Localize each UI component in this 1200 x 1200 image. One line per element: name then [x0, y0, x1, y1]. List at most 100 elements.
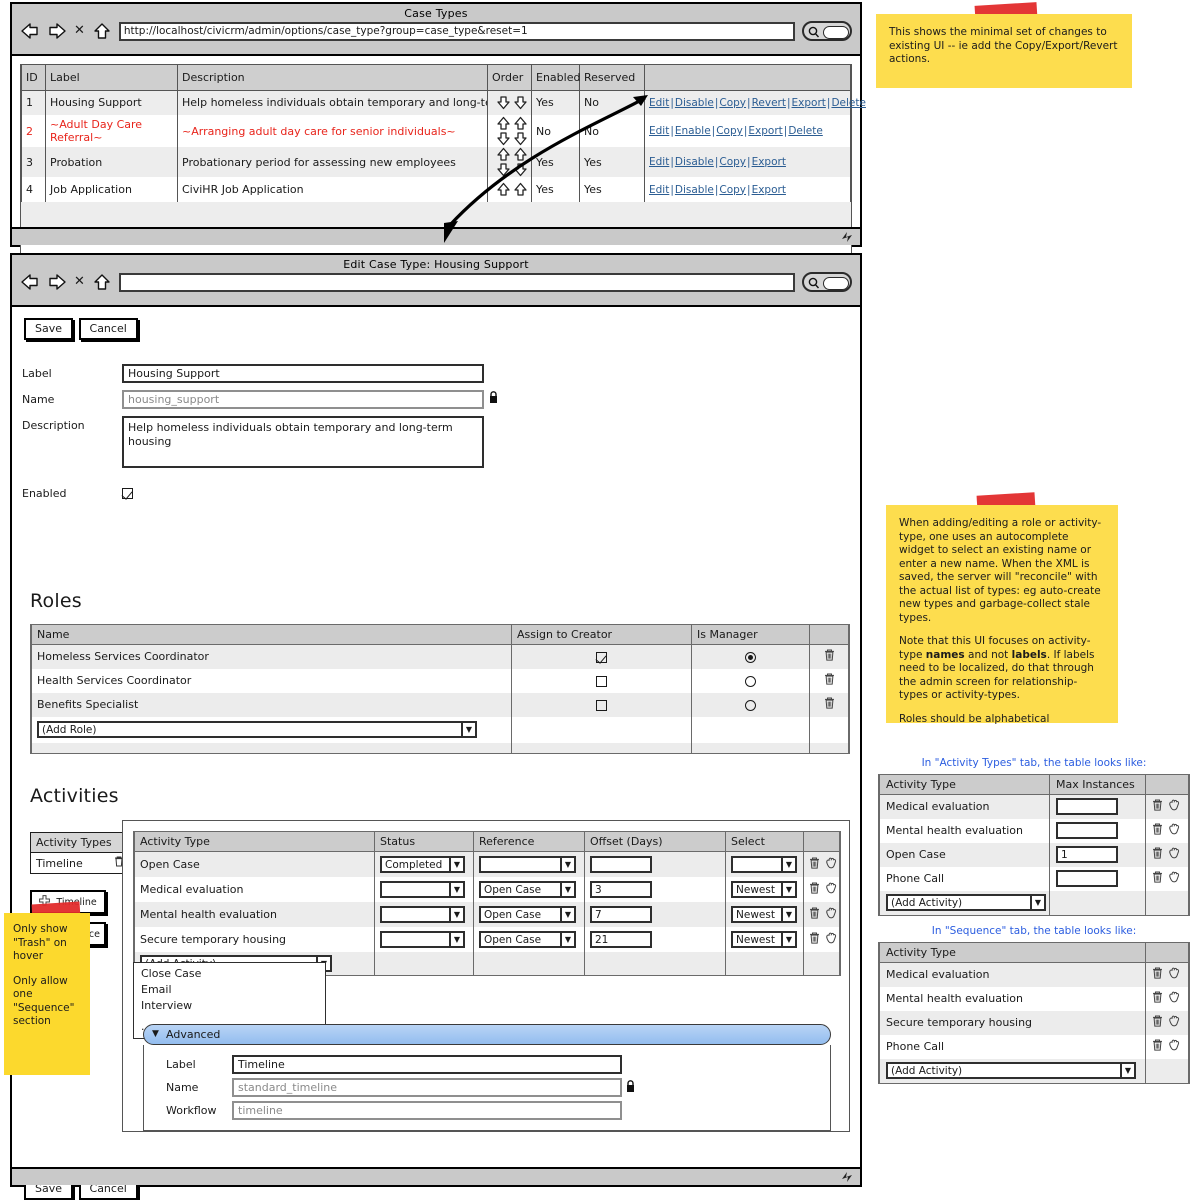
order-updown-icon[interactable] [495, 147, 529, 177]
url-input[interactable]: http://localhost/civicrm/admin/options/c… [118, 21, 795, 41]
label-input[interactable]: Housing Support [122, 363, 484, 383]
url-input-2[interactable] [118, 272, 795, 292]
action-copy[interactable]: Copy [716, 125, 743, 137]
trash-icon[interactable] [1152, 967, 1163, 982]
trash-icon[interactable] [824, 697, 835, 712]
assign-to-creator-checkbox[interactable] [596, 651, 607, 663]
action-export[interactable]: Export [792, 97, 826, 109]
cancel-button-top[interactable]: Cancel [78, 318, 138, 340]
drag-handle-icon[interactable] [825, 932, 838, 947]
save-button-top[interactable]: Save [24, 318, 74, 340]
drag-handle-icon[interactable] [1168, 847, 1181, 862]
assign-to-creator-checkbox[interactable] [596, 675, 607, 687]
drag-handle-icon[interactable] [1168, 871, 1181, 886]
tab-timeline[interactable]: Timeline [30, 853, 130, 874]
drag-handle-icon[interactable] [1168, 799, 1181, 814]
dropdown-option[interactable]: Interview [134, 998, 325, 1014]
action-disable[interactable]: Disable [675, 184, 714, 196]
drag-handle-icon[interactable] [1168, 823, 1181, 838]
adv-label-input[interactable]: Timeline [232, 1055, 622, 1074]
stop-icon[interactable]: ✕ [74, 275, 85, 289]
action-copy[interactable]: Copy [719, 156, 746, 168]
trash-icon[interactable] [1152, 1039, 1163, 1054]
description-textarea[interactable]: Help homeless individuals obtain tempora… [122, 416, 484, 468]
action-edit[interactable]: Edit [649, 125, 669, 137]
status-select[interactable]: Completed ▼ [380, 855, 465, 873]
drag-handle-icon[interactable] [1168, 991, 1181, 1006]
trash-icon[interactable] [824, 649, 835, 664]
trash-icon[interactable] [1152, 991, 1163, 1006]
trash-icon[interactable] [1152, 799, 1163, 814]
order-updown-icon[interactable] [495, 116, 529, 146]
drag-handle-icon[interactable] [1168, 1015, 1181, 1030]
back-arrow-icon[interactable] [20, 22, 40, 40]
is-manager-radio[interactable] [745, 699, 756, 711]
offset-input[interactable]: 21 [590, 930, 652, 948]
action-copy[interactable]: Copy [719, 97, 746, 109]
trash-icon[interactable] [1152, 871, 1163, 886]
drag-handle-icon[interactable] [1168, 967, 1181, 982]
action-export[interactable]: Export [752, 184, 786, 196]
trash-icon[interactable] [1152, 847, 1163, 862]
assign-to-creator-checkbox[interactable] [596, 699, 607, 711]
dropdown-option[interactable]: Close Case [134, 966, 325, 982]
add-role-select[interactable]: (Add Role) ▼ [37, 721, 477, 738]
drag-handle-icon[interactable] [1168, 1039, 1181, 1054]
search-box[interactable] [802, 21, 852, 41]
forward-arrow-icon[interactable] [47, 22, 67, 40]
rp-sq-add-activity-select[interactable]: (Add Activity) ▼ [886, 1062, 1136, 1079]
trash-icon[interactable] [809, 882, 820, 897]
name-input[interactable]: housing_support [122, 389, 484, 409]
action-delete[interactable]: Delete [788, 125, 823, 137]
select-select[interactable]: ▼ [731, 855, 797, 873]
is-manager-radio[interactable] [745, 651, 756, 663]
advanced-header[interactable]: ▼ Advanced [143, 1024, 831, 1045]
select-select[interactable]: Newest ▼ [731, 905, 797, 923]
status-select[interactable]: ▼ [380, 930, 465, 948]
action-revert[interactable]: Revert [752, 97, 786, 109]
trash-icon[interactable] [809, 907, 820, 922]
action-delete[interactable]: Delete [831, 97, 866, 109]
is-manager-radio[interactable] [745, 675, 756, 687]
adv-workflow-input[interactable]: timeline [232, 1101, 622, 1120]
enabled-checkbox[interactable] [122, 487, 133, 499]
status-select[interactable]: ▼ [380, 880, 465, 898]
trash-icon[interactable] [1152, 1015, 1163, 1030]
reference-select[interactable]: ▼ [479, 855, 576, 873]
max-instances-input[interactable] [1056, 870, 1118, 887]
resize-grip-icon[interactable] [840, 1170, 854, 1187]
order-down-icon[interactable] [495, 96, 529, 110]
drag-handle-icon[interactable] [825, 857, 838, 872]
home-icon[interactable] [92, 22, 112, 40]
offset-input[interactable]: 7 [590, 905, 652, 923]
home-icon[interactable] [92, 273, 112, 291]
offset-input[interactable] [590, 855, 652, 873]
drag-handle-icon[interactable] [825, 907, 838, 922]
max-instances-input[interactable] [1056, 822, 1118, 839]
trash-icon[interactable] [809, 857, 820, 872]
stop-icon[interactable]: ✕ [74, 24, 85, 38]
select-select[interactable]: Newest ▼ [731, 880, 797, 898]
drag-handle-icon[interactable] [825, 882, 838, 897]
select-select[interactable]: Newest ▼ [731, 930, 797, 948]
action-export[interactable]: Export [748, 125, 782, 137]
reference-select[interactable]: Open Case ▼ [479, 905, 576, 923]
dropdown-option[interactable]: Email [134, 982, 325, 998]
back-arrow-icon[interactable] [20, 273, 40, 291]
trash-icon[interactable] [809, 932, 820, 947]
trash-icon[interactable] [824, 673, 835, 688]
action-enable[interactable]: Enable [675, 125, 711, 137]
action-edit[interactable]: Edit [649, 184, 669, 196]
action-edit[interactable]: Edit [649, 156, 669, 168]
action-edit[interactable]: Edit [649, 97, 669, 109]
resize-grip-icon[interactable] [840, 230, 854, 247]
status-select[interactable]: ▼ [380, 905, 465, 923]
trash-icon[interactable] [1152, 823, 1163, 838]
forward-arrow-icon[interactable] [47, 273, 67, 291]
offset-input[interactable]: 3 [590, 880, 652, 898]
max-instances-input[interactable]: 1 [1056, 846, 1118, 863]
order-up-icon[interactable] [495, 182, 529, 197]
tab-activity-types[interactable]: Activity Types [30, 832, 130, 853]
reference-select[interactable]: Open Case ▼ [479, 930, 576, 948]
max-instances-input[interactable] [1056, 798, 1118, 816]
